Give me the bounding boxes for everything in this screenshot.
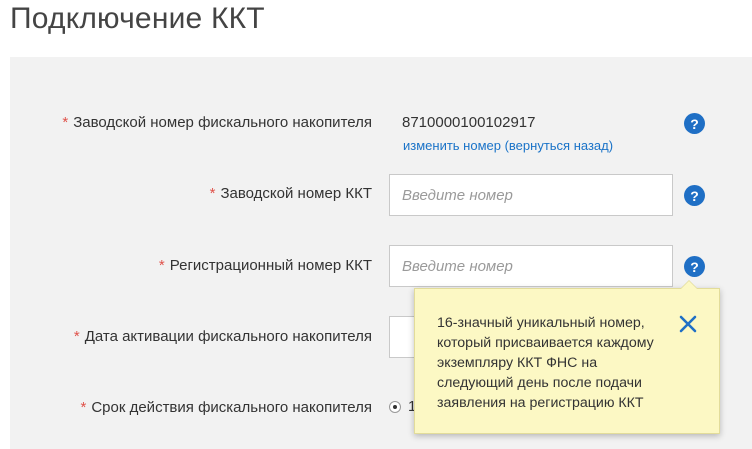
help-tooltip: 16-значный уникальный номер, который при… (414, 280, 720, 434)
change-number-link[interactable]: изменить номер (вернуться назад) (403, 138, 613, 153)
fn-serial-value: 8710000100102917 (402, 114, 536, 131)
fn-activation-label-text: Дата активации фискального накопителя (84, 328, 372, 345)
kkt-reg-input[interactable] (389, 245, 673, 287)
required-mark: * (158, 257, 165, 274)
close-icon[interactable] (677, 313, 699, 335)
required-mark: * (209, 185, 216, 202)
kkt-serial-label-text: Заводской номер ККТ (220, 185, 372, 202)
page-title: Подключение ККТ (10, 2, 265, 35)
tooltip-text: 16-значный уникальный номер, который при… (437, 315, 654, 411)
required-mark: * (73, 328, 80, 345)
kkt-reg-label: * Регистрационный номер ККТ (159, 257, 372, 274)
fn-activation-label: * Дата активации фискального накопителя (74, 328, 372, 345)
fn-serial-label-text: Заводской номер фискального накопителя (73, 114, 372, 131)
help-icon[interactable]: ? (684, 185, 705, 206)
help-icon[interactable]: ? (684, 256, 705, 277)
required-mark: * (80, 399, 87, 416)
fn-serial-label: * Заводской номер фискального накопителя (62, 114, 372, 131)
help-icon[interactable]: ? (684, 113, 705, 134)
fn-validity-radio[interactable] (389, 401, 401, 413)
kkt-reg-label-text: Регистрационный номер ККТ (169, 257, 372, 274)
kkt-serial-label: * Заводской номер ККТ (210, 185, 372, 202)
kkt-serial-input[interactable] (389, 174, 673, 216)
required-mark: * (62, 114, 69, 131)
fn-validity-label-text: Срок действия фискального накопителя (91, 399, 372, 416)
fn-validity-label: * Срок действия фискального накопителя (81, 399, 373, 416)
